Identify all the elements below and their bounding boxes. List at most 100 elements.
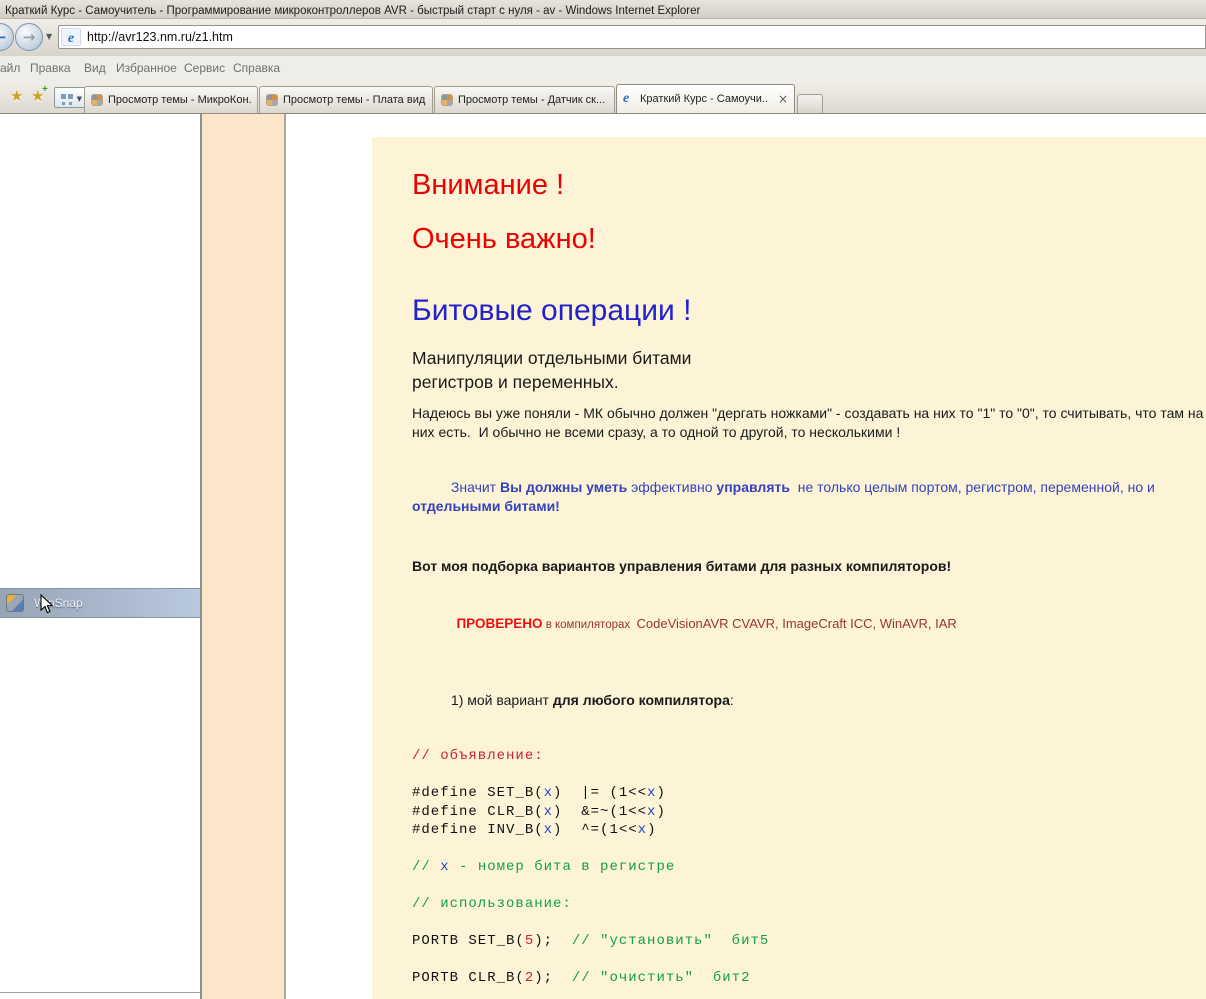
left-frame-bottom-border (0, 992, 200, 993)
code-token: #define INV_B( (412, 822, 544, 838)
tab-label: Краткий Курс - Самоучи... (640, 93, 769, 105)
mouse-cursor (40, 594, 54, 615)
code-block: // объявление: #define SET_B(x) |= (1<<x… (412, 747, 1206, 999)
code-token: ) (656, 804, 665, 820)
heading-bit-operations: Битовые операции ! (412, 293, 1206, 329)
favorites-center-icon[interactable]: ★ (10, 87, 23, 105)
code-token: x (544, 804, 553, 820)
menu-favorites[interactable]: Избранное (116, 56, 177, 81)
tab-label: Просмотр темы - МикроКон... (108, 94, 251, 106)
text-segment: управлять (716, 479, 790, 495)
ie-favicon: e (61, 28, 81, 46)
code-line: // объявление: (412, 747, 1206, 766)
tab-label: Просмотр темы - Плата вид... (283, 94, 426, 106)
code-line (412, 840, 1206, 859)
forum-topic-icon (441, 94, 453, 106)
window-title: Краткий Курс - Самоучитель - Программиро… (5, 5, 700, 17)
text-segment: 1) мой вариант (451, 692, 553, 708)
code-token: x (638, 822, 647, 838)
recent-pages-dropdown-icon[interactable]: ▼ (46, 32, 52, 41)
code-token: ) (647, 822, 656, 838)
code-line: #define SET_B(x) |= (1<<x) (412, 784, 1206, 803)
menu-view[interactable]: Вид (84, 56, 106, 81)
code-token: #define SET_B( (412, 785, 544, 801)
code-token: ) |= (1<< (553, 785, 647, 801)
article-page: Внимание ! Очень важно! Битовые операции… (372, 137, 1206, 999)
code-token: x (544, 785, 553, 801)
proven-label: ПРОВЕРЕНО (456, 616, 542, 631)
code-token: // объявление: (412, 748, 544, 764)
tab-forum-microcontroller[interactable]: Просмотр темы - МикроКон... (84, 86, 258, 113)
ie-logo-icon: e (68, 31, 74, 46)
code-token: PORTB SET_B( (412, 933, 525, 949)
code-line (412, 951, 1206, 970)
code-token: - номер бита в регистре (450, 859, 676, 875)
text-segment: для любого компилятора (553, 692, 730, 708)
text-segment: Вы должны уметь (500, 479, 627, 495)
tab-bar: ★ ★ + ▼ Просмотр темы - МикроКон... Прос… (0, 81, 1206, 114)
code-line (412, 877, 1206, 896)
quick-tabs-button[interactable]: ▼ (54, 87, 86, 108)
menu-help[interactable]: Справка (233, 56, 280, 81)
code-token: ) &=~(1<< (553, 804, 647, 820)
browser-window: Краткий Курс - Самоучитель - Программиро… (0, 0, 1206, 999)
back-button[interactable]: ← (0, 23, 14, 51)
address-input[interactable]: http://avr123.nm.ru/z1.htm (87, 26, 233, 48)
quick-tabs-grid-icon (61, 94, 66, 99)
address-bar[interactable]: e http://avr123.nm.ru/z1.htm (58, 25, 1206, 49)
tab-forum-sensor[interactable]: Просмотр темы - Датчик ск... (434, 86, 615, 113)
compilers-list: CodeVisionAVR CVAVR, ImageCraft ICC, Win… (637, 616, 957, 631)
left-frame (0, 114, 200, 999)
code-token: PORTB CLR_B( (412, 970, 525, 986)
menu-edit[interactable]: Правка (30, 56, 71, 81)
text-segment: отдельными битами! (412, 498, 560, 514)
navigation-bar: ← → ▼ e http://avr123.nm.ru/z1.htm (0, 19, 1206, 56)
code-line: #define CLR_B(x) &=~(1<<x) (412, 803, 1206, 822)
text-segment: в компиляторах (543, 619, 637, 631)
tab-label: Просмотр темы - Датчик ск... (458, 94, 608, 106)
code-token: x (544, 822, 553, 838)
tab-forum-videocard[interactable]: Просмотр темы - Плата вид... (259, 86, 433, 113)
code-line (412, 914, 1206, 933)
heading-important: Очень важно! (412, 222, 1206, 256)
winsnap-icon (6, 594, 24, 612)
paragraph-manage: Значит Вы должны уметь эффективно управл… (412, 459, 1206, 535)
text-segment: : (730, 692, 734, 708)
tab-kratkiy-kurs-active[interactable]: e Краткий Курс - Самоучи... × (616, 84, 795, 113)
code-line (412, 988, 1206, 999)
code-token: ); (534, 933, 572, 949)
tab-close-icon[interactable]: × (774, 92, 788, 106)
add-plus-icon: + (42, 84, 48, 95)
winsnap-taskbar-item[interactable]: WinSnap (0, 588, 200, 618)
menu-bar: айл Правка Вид Избранное Сервис Справка (0, 56, 1206, 81)
paragraph-intro: Надеюсь вы уже поняли - МК обычно должен… (412, 404, 1206, 442)
code-token: // "установить" бит5 (572, 933, 769, 949)
text-segment: Значит (451, 479, 500, 495)
menu-file[interactable]: айл (0, 56, 20, 81)
code-token: #define CLR_B( (412, 804, 544, 820)
text-segment: не только целым портом, регистром, перем… (790, 479, 1159, 495)
forum-topic-icon (266, 94, 278, 106)
toc-frame (202, 114, 284, 999)
heading-attention: Внимание ! (412, 168, 1206, 202)
menu-tools[interactable]: Сервис (184, 56, 225, 81)
subheading-manipulation: Манипуляции отдельными битами регистров … (412, 346, 1206, 394)
back-arrow-icon: ← (0, 28, 6, 46)
code-token: 2 (525, 970, 534, 986)
code-line (412, 766, 1206, 785)
ie-page-icon: e (623, 91, 635, 107)
code-token: // "очистить" бит2 (572, 970, 751, 986)
code-token: x (440, 859, 449, 875)
code-token: ); (534, 970, 572, 986)
forward-button[interactable]: → (15, 23, 43, 51)
content-area: Внимание ! Очень важно! Битовые операции… (0, 114, 1206, 999)
code-token: ) ^=(1<< (553, 822, 638, 838)
paragraph-variant: 1) мой вариант для любого компилятора: (412, 672, 1206, 729)
new-tab-stub[interactable] (797, 94, 823, 113)
code-line: PORTB CLR_B(2); // "очистить" бит2 (412, 969, 1206, 988)
quick-tabs-dropdown-icon: ▼ (77, 95, 82, 103)
code-token: // (412, 859, 440, 875)
main-frame: Внимание ! Очень важно! Битовые операции… (286, 114, 1206, 999)
window-titlebar[interactable]: Краткий Курс - Самоучитель - Программиро… (0, 0, 1206, 19)
forward-arrow-icon: → (23, 28, 36, 46)
